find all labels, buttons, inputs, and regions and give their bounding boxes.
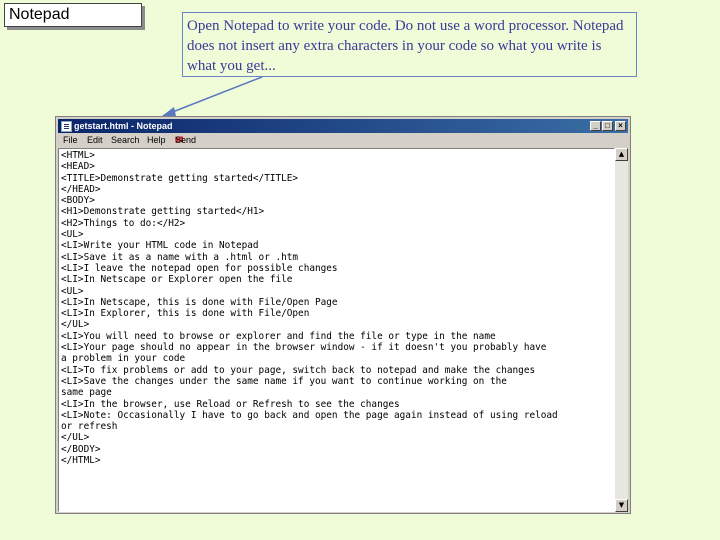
code-line: <LI>Your page should no appear in the br… — [61, 342, 547, 354]
code-line: <LI>Save it as a name with a .html or .h… — [61, 251, 299, 263]
code-line: <LI>In Netscape, this is done with File/… — [61, 296, 338, 308]
code-line: <UL> — [61, 229, 84, 241]
window-titlebar[interactable]: getstart.html - Notepad _ □ × — [58, 119, 628, 133]
code-line: <LI>To fix problems or add to your page,… — [61, 364, 536, 376]
window-title: getstart.html - Notepad — [74, 121, 173, 131]
slide-title: Notepad — [4, 3, 142, 27]
code-line: or refresh — [61, 421, 118, 433]
menu-send-label: Send — [175, 135, 197, 145]
menu-file[interactable]: File — [63, 134, 78, 147]
code-line: </HTML> — [61, 455, 101, 467]
code-line: <HTML> — [61, 150, 95, 161]
code-line: <BODY> — [61, 195, 95, 207]
code-line: <UL> — [61, 285, 84, 297]
notepad-window: getstart.html - Notepad _ □ × File Edit … — [55, 116, 631, 514]
text-editor[interactable]: <HTML> <HEAD> <TITLE>Demonstrate getting… — [58, 148, 615, 512]
code-line: <LI>Save the changes under the same name… — [61, 375, 507, 387]
code-line: <LI>In the browser, use Reload or Refres… — [61, 398, 400, 410]
code-line: <LI>In Explorer, this is done with File/… — [61, 308, 310, 320]
vertical-scrollbar[interactable]: ▲ ▼ — [615, 148, 628, 512]
close-button[interactable]: × — [615, 121, 626, 131]
code-line: <LI>In Netscape or Explorer open the fil… — [61, 274, 293, 286]
code-line: a problem in your code — [61, 353, 186, 365]
menu-bar: File Edit Search Help ✉ Send — [58, 134, 628, 147]
menu-help[interactable]: Help — [147, 134, 166, 147]
code-line: <TITLE>Demonstrate getting started</TITL… — [61, 172, 299, 184]
code-line: <LI>You will need to browse or explorer … — [61, 330, 496, 342]
menu-edit[interactable]: Edit — [87, 134, 103, 147]
code-line: <HEAD> — [61, 161, 95, 173]
scroll-up-button[interactable]: ▲ — [615, 148, 628, 161]
scroll-down-button[interactable]: ▼ — [615, 499, 628, 512]
minimize-button[interactable]: _ — [590, 121, 601, 131]
code-line: </BODY> — [61, 443, 101, 455]
menu-search[interactable]: Search — [111, 134, 140, 147]
code-line: </UL> — [61, 319, 90, 331]
code-line: </HEAD> — [61, 183, 101, 195]
code-line: <H1>Demonstrate getting started</H1> — [61, 206, 265, 218]
callout-text: Open Notepad to write your code. Do not … — [182, 12, 637, 77]
editor-content: <HTML> <HEAD> <TITLE>Demonstrate getting… — [59, 149, 614, 466]
code-line: <LI>I leave the notepad open for possibl… — [61, 262, 338, 274]
notepad-icon — [61, 121, 72, 132]
code-line: <H2>Things to do:</H2> — [61, 217, 186, 229]
code-line: <LI>Write your HTML code in Notepad — [61, 240, 259, 252]
maximize-button[interactable]: □ — [602, 121, 613, 131]
code-line: same page — [61, 387, 112, 399]
code-line: <LI>Note: Occasionally I have to go back… — [61, 409, 558, 421]
code-line: </UL> — [61, 432, 90, 444]
